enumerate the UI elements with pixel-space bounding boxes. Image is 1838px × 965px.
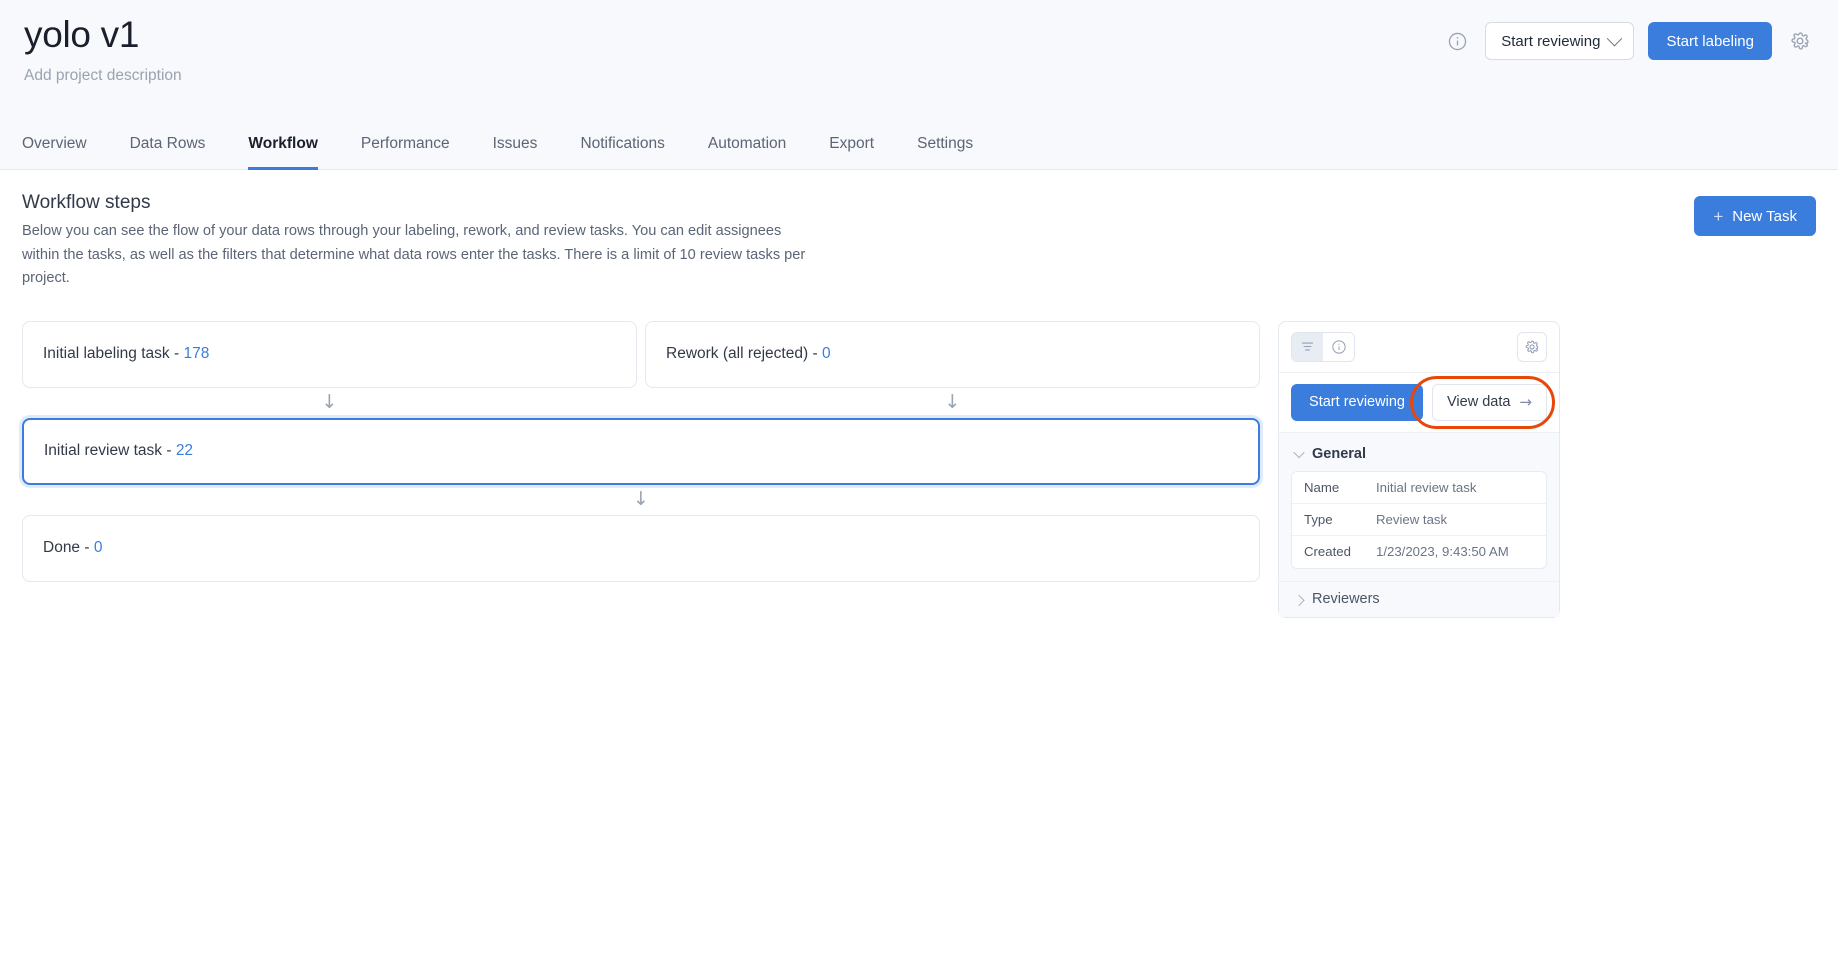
property-value: 1/23/2023, 9:43:50 AM xyxy=(1376,544,1509,560)
page-header: yolo v1 Add project description Start re… xyxy=(0,0,1838,170)
arrow-down-icon: ↓ xyxy=(944,391,961,414)
workflow-step-done[interactable]: Done - 0 xyxy=(22,514,1260,582)
header-top-row: yolo v1 Add project description Start re… xyxy=(22,0,1816,85)
arrow-cell: ↓ xyxy=(645,388,1260,418)
general-section: General Name Initial review task Type Re… xyxy=(1279,432,1559,581)
arrow-spacer xyxy=(637,388,645,418)
workflow-step-rework-all-rejected[interactable]: Rework (all rejected) - 0 xyxy=(645,320,1260,388)
task-name: Initial labeling task xyxy=(43,345,170,363)
tab-data-rows[interactable]: Data Rows xyxy=(130,125,206,170)
property-value: Review task xyxy=(1376,511,1448,527)
workflow-arrows-row-2: ↓ xyxy=(22,485,1260,515)
task-count: 178 xyxy=(183,345,210,363)
reviewers-section: Reviewers xyxy=(1279,580,1559,617)
section-description: Below you can see the flow of your data … xyxy=(22,223,806,287)
tab-workflow[interactable]: Workflow xyxy=(248,125,318,170)
title-block: yolo v1 Add project description xyxy=(22,14,182,85)
task-count: 0 xyxy=(93,539,103,557)
panel-view-toggle xyxy=(1291,331,1355,362)
page-title: yolo v1 xyxy=(24,14,140,55)
start-reviewing-button[interactable]: Start reviewing xyxy=(1485,22,1635,60)
workflow-row-3: Done - 0 xyxy=(22,514,1260,582)
property-key: Name xyxy=(1304,479,1340,495)
info-circle-icon[interactable] xyxy=(1323,332,1354,361)
start-reviewing-label: Start reviewing xyxy=(1501,32,1601,50)
arrow-cell: ↓ xyxy=(22,485,1260,515)
property-key: Type xyxy=(1304,511,1333,527)
general-section-title: General xyxy=(1312,445,1366,462)
task-name: Initial review task xyxy=(44,442,163,460)
tab-export[interactable]: Export xyxy=(829,125,874,170)
task-count: 22 xyxy=(175,442,194,460)
list-lines-icon[interactable] xyxy=(1292,332,1323,361)
tab-performance[interactable]: Performance xyxy=(361,125,450,170)
property-key: Created xyxy=(1304,544,1351,560)
workflow-diagram: Initial labeling task - 178 Rework (all … xyxy=(22,320,1816,618)
tab-overview[interactable]: Overview xyxy=(22,125,87,170)
panel-action-buttons: Start reviewing View data → xyxy=(1279,373,1559,433)
table-row: Type Review task xyxy=(1292,504,1546,536)
main-nav-tabs: Overview Data Rows Workflow Performance … xyxy=(22,124,1016,170)
section-title: Workflow steps xyxy=(22,192,151,213)
start-labeling-button[interactable]: Start labeling xyxy=(1648,22,1772,60)
header-actions: Start reviewing Start labeling xyxy=(1443,14,1816,60)
general-section-header[interactable]: General xyxy=(1291,443,1547,471)
panel-start-reviewing-button[interactable]: Start reviewing xyxy=(1291,383,1423,421)
tab-automation[interactable]: Automation xyxy=(708,125,786,170)
table-row: Name Initial review task xyxy=(1292,472,1546,504)
tab-notifications[interactable]: Notifications xyxy=(580,125,664,170)
new-task-button[interactable]: + New Task xyxy=(1694,196,1816,236)
task-name: Rework (all rejected) xyxy=(666,345,809,363)
task-name: Done xyxy=(43,539,81,557)
arrow-down-icon: ↓ xyxy=(633,488,649,511)
reviewers-section-header[interactable]: Reviewers xyxy=(1291,588,1547,610)
chevron-down-icon xyxy=(1293,446,1305,459)
chevron-down-icon xyxy=(1607,30,1623,46)
arrow-right-icon: → xyxy=(1519,392,1532,411)
tab-settings[interactable]: Settings xyxy=(917,125,973,170)
view-data-label: View data xyxy=(1447,394,1511,411)
panel-toolbar xyxy=(1279,322,1559,373)
info-circle-icon[interactable] xyxy=(1443,27,1471,55)
workflow-flow-area: Initial labeling task - 178 Rework (all … xyxy=(22,320,1260,618)
workflow-step-initial-review-task[interactable]: Initial review task - 22 xyxy=(22,417,1260,485)
task-details-panel: Start reviewing View data → General Name… xyxy=(1278,320,1560,618)
tab-issues[interactable]: Issues xyxy=(493,125,538,170)
reviewers-section-title: Reviewers xyxy=(1312,590,1380,607)
arrow-cell: ↓ xyxy=(22,388,637,418)
workflow-step-initial-labeling-task[interactable]: Initial labeling task - 178 xyxy=(22,320,637,388)
general-property-table: Name Initial review task Type Review tas… xyxy=(1291,470,1547,569)
gear-icon[interactable] xyxy=(1786,27,1814,55)
workflow-row-1: Initial labeling task - 178 Rework (all … xyxy=(22,320,1260,388)
property-value: Initial review task xyxy=(1376,479,1477,495)
workflow-row-2: Initial review task - 22 xyxy=(22,417,1260,485)
main-content: Workflow steps Below you can see the flo… xyxy=(0,170,1838,965)
arrow-down-icon: ↓ xyxy=(321,391,338,414)
gear-icon[interactable] xyxy=(1517,331,1547,362)
chevron-right-icon xyxy=(1293,594,1305,606)
workflow-arrows-row-1: ↓ ↓ xyxy=(22,388,1260,418)
project-description[interactable]: Add project description xyxy=(24,67,182,85)
plus-icon: + xyxy=(1713,206,1724,226)
table-row: Created 1/23/2023, 9:43:50 AM xyxy=(1292,536,1546,568)
task-count: 0 xyxy=(821,345,831,363)
new-task-label: New Task xyxy=(1732,207,1797,225)
view-data-button[interactable]: View data → xyxy=(1432,383,1547,421)
